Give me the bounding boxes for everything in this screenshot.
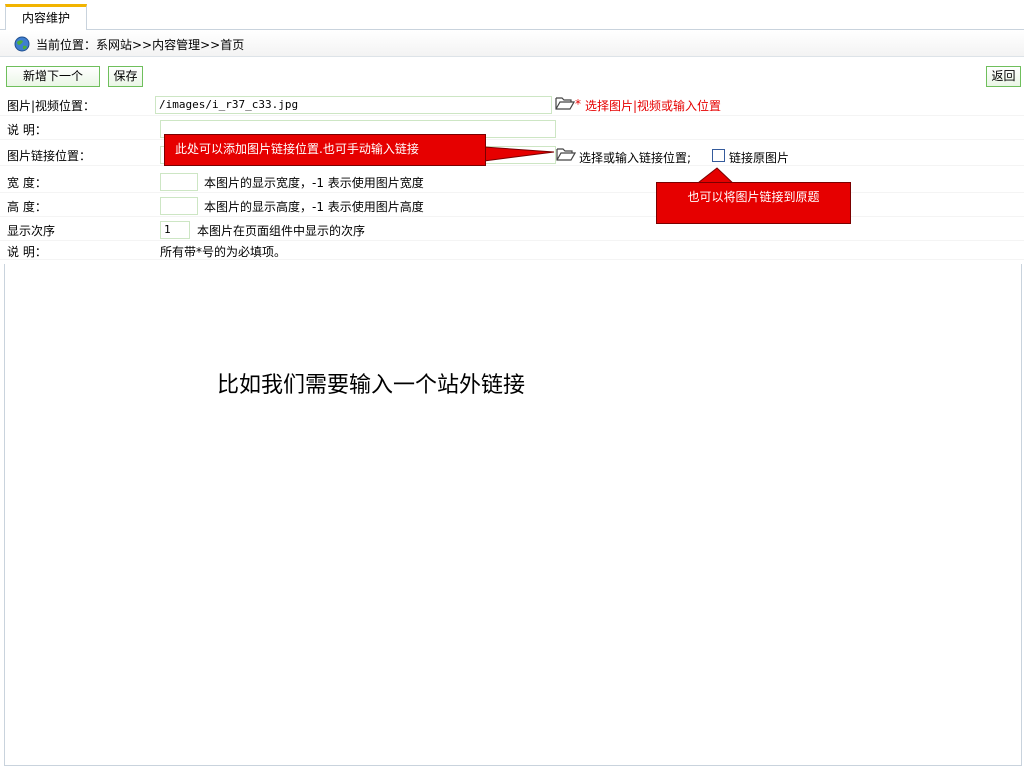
width-label: 宽 度： [7,176,47,190]
image-position-hint[interactable]: 选择图片|视频或输入位置 [585,97,721,114]
order-input[interactable]: 1 [160,221,190,239]
required-mark: * [575,97,581,111]
order-label: 显示次序 [7,224,56,238]
original-hint-callout: 也可以将图片链接到原题 [656,182,851,224]
tab-bar: 内容维护 [0,0,1024,30]
folder-open-icon[interactable] [555,96,575,110]
order-row: 显示次序 1 本图片在页面组件中显示的次序 [0,219,1024,241]
link-position-label: 图片链接位置： [7,149,92,163]
callout-pointer [484,146,555,162]
save-button[interactable]: 保存 [108,66,143,87]
order-hint: 本图片在页面组件中显示的次序 [197,224,366,238]
link-original-checkbox[interactable] [712,149,725,162]
note-row: 说 明： 所有带*号的为必填项。 [0,242,1024,260]
breadcrumb-text: 当前位置：系网站>>内容管理>>首页 [36,38,245,52]
height-row: 高 度： 本图片的显示高度，-1 表示使用图片高度 [0,195,1024,217]
image-position-input[interactable]: /images/i_r37_c33.jpg [155,96,552,114]
content-frame [4,264,1022,766]
image-position-label: 图片|视频位置： [7,99,96,113]
height-label: 高 度： [7,200,47,214]
width-input[interactable] [160,173,198,191]
note-text: 所有带*号的为必填项。 [160,245,287,259]
image-position-row: 图片|视频位置： /images/i_r37_c33.jpg * 选择图片|视频… [0,94,1024,116]
height-hint: 本图片的显示高度，-1 表示使用图片高度 [204,200,424,214]
tab-content-maintenance[interactable]: 内容维护 [5,4,87,30]
folder-open-icon[interactable] [556,147,576,161]
width-row: 宽 度： 本图片的显示宽度，-1 表示使用图片宽度 [0,171,1024,193]
height-input[interactable] [160,197,198,215]
note-label: 说 明： [7,245,47,259]
description-label: 说 明： [7,123,47,137]
link-hint-callout: 此处可以添加图片链接位置.也可手动输入链接 [164,134,486,166]
link-position-hint[interactable]: 选择或输入链接位置; [579,149,691,166]
toolbar: 新增下一个 保存 返回 [0,64,1024,90]
description-row: 说 明： [0,118,1024,140]
back-button[interactable]: 返回 [986,66,1021,87]
caption-text: 比如我们需要输入一个站外链接 [217,373,526,398]
breadcrumb: 当前位置：系网站>>内容管理>>首页 [0,31,1024,57]
width-hint: 本图片的显示宽度，-1 表示使用图片宽度 [204,176,424,190]
link-original-label[interactable]: 链接原图片 [729,149,789,166]
add-next-button[interactable]: 新增下一个 [6,66,100,87]
globe-icon [14,36,30,52]
